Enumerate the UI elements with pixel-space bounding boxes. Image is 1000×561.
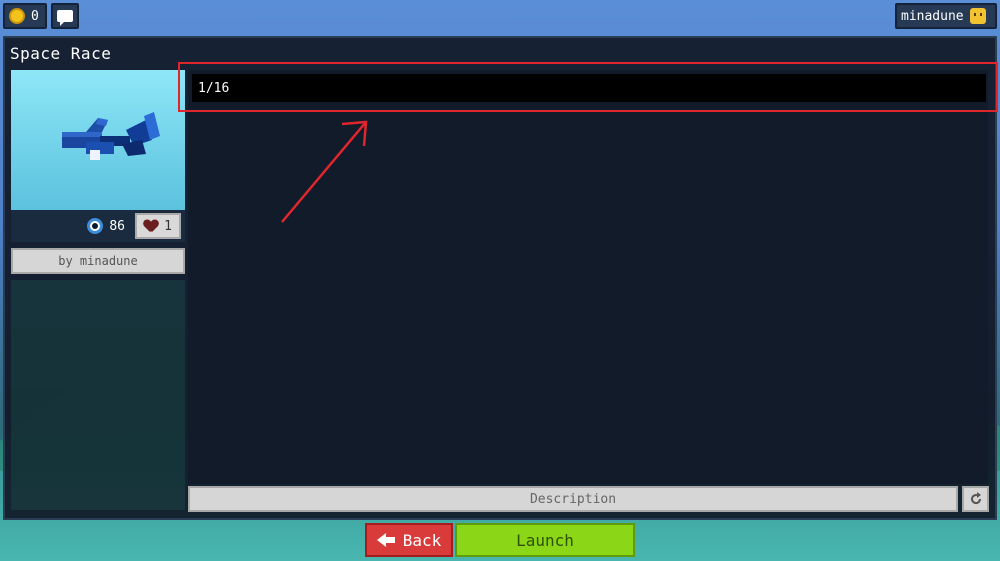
back-button[interactable]: Back	[365, 523, 453, 557]
back-label: Back	[402, 530, 442, 550]
coin-count: 0	[31, 8, 39, 24]
coin-icon	[9, 8, 25, 24]
launch-button[interactable]: Launch	[455, 523, 635, 557]
description-button[interactable]: Description	[188, 486, 958, 512]
like-count: 1	[164, 218, 172, 234]
avatar-face-icon	[969, 8, 986, 24]
username: minadune	[901, 8, 964, 24]
chat-button[interactable]	[51, 3, 79, 29]
refresh-icon	[970, 492, 981, 505]
spaceship-image	[62, 112, 160, 160]
map-thumbnail	[11, 70, 185, 210]
arrow-left-icon	[376, 533, 395, 547]
map-title: Space Race	[10, 44, 112, 63]
map-stats: 86 1	[11, 210, 185, 242]
top-bar: 0 minadune	[0, 0, 1000, 32]
left-column-background	[11, 280, 185, 510]
user-profile-button[interactable]: minadune	[895, 3, 997, 29]
author-button[interactable]: by minadune	[11, 248, 185, 274]
coin-counter: 0	[3, 3, 47, 29]
player-count-field: 1/16	[192, 74, 986, 102]
refresh-button[interactable]	[962, 486, 989, 512]
heart-icon	[144, 220, 158, 232]
view-count: 86	[109, 218, 125, 234]
eye-icon	[87, 218, 104, 234]
like-button[interactable]: 1	[135, 213, 181, 239]
chat-icon	[57, 10, 73, 26]
annotation-arrow	[281, 120, 368, 223]
